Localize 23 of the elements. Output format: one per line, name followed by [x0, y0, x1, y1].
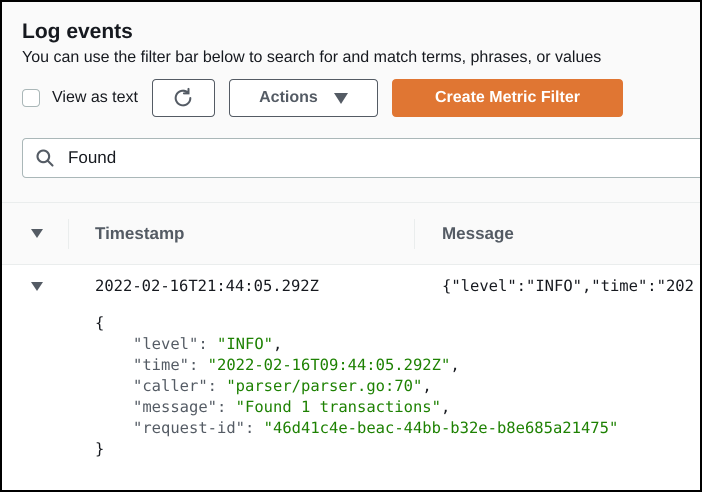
expand-all-caret-icon[interactable] [31, 228, 43, 238]
view-as-text-checkbox[interactable] [22, 89, 40, 107]
actions-button[interactable]: Actions [228, 79, 378, 117]
json-brace: } [95, 439, 104, 460]
json-line: "request-id": "46d41c4e-beac-44bb-b32e-b8e685a21475" [132, 418, 618, 440]
json-line: "time": "2022-02-16T09:44:05.292Z", [132, 355, 460, 376]
checkbox-label: View as text [52, 88, 138, 108]
json-line: "level": "INFO", [132, 334, 282, 356]
refresh-button[interactable] [152, 79, 215, 117]
refresh-icon [172, 87, 194, 109]
row-expand-caret-icon[interactable] [31, 282, 43, 292]
json-line: "caller": "parser/parser.go:70", [132, 376, 432, 398]
column-header[interactable]: Message [442, 224, 514, 242]
json-brace: { [95, 313, 104, 334]
search-field[interactable]: Found [22, 138, 700, 178]
dropdown-caret-icon [334, 92, 348, 104]
timestamp-cell-text: 2022-02-16T21:44:05.292Z [94, 276, 320, 297]
section-title: Log events [22, 19, 133, 45]
message-cell-text: {"level":"INFO","time":"202 [441, 276, 694, 297]
section-description: You can use the filter bar below to search for and match terms, phrases, or values [22, 48, 602, 68]
search-icon [35, 148, 55, 168]
json-line: "message": "Found 1 transactions", [132, 397, 450, 418]
column-header[interactable]: Timestamp [95, 224, 184, 242]
